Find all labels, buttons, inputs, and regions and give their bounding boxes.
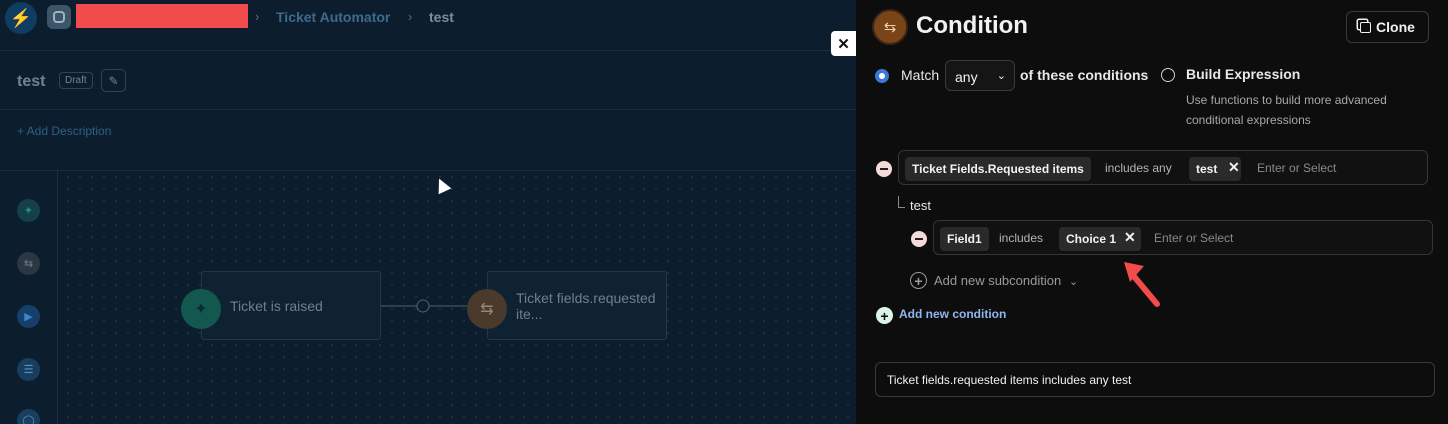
subgroup-label: test — [910, 198, 931, 213]
clone-button[interactable]: Clone — [1346, 11, 1429, 43]
subcondition-value-input[interactable]: Enter or Select — [1154, 231, 1233, 245]
package-node-icon[interactable]: ◯ — [17, 409, 40, 424]
node-connector — [381, 299, 467, 313]
condition-operator[interactable]: includes any — [1105, 161, 1172, 175]
condition-field-tag[interactable]: Ticket Fields.Requested items — [905, 157, 1091, 181]
app-root: ⚡ › Ticket Automator › test test Draft ✎… — [0, 0, 1448, 424]
edit-title-button[interactable]: ✎ — [101, 69, 126, 92]
plus-icon: + — [910, 272, 927, 289]
chevron-right-icon: › — [408, 9, 413, 24]
status-badge: Draft — [59, 72, 93, 89]
add-description-link[interactable]: + Add Description — [17, 124, 111, 138]
breadcrumb-ticket-automator[interactable]: Ticket Automator — [276, 9, 390, 25]
breadcrumb-current: test — [429, 9, 454, 25]
condition-value-input[interactable]: Enter or Select — [1257, 161, 1336, 175]
condition-filter-icon: ⇆ — [872, 9, 908, 45]
subcondition-operator[interactable]: includes — [999, 231, 1043, 245]
plus-icon: + — [876, 307, 893, 324]
top-bar: ⚡ › Ticket Automator › test — [0, 0, 856, 51]
build-expression-radio[interactable] — [1161, 68, 1175, 82]
copy-icon — [1360, 21, 1372, 33]
match-select-value: any — [955, 69, 978, 85]
app-logo-icon[interactable]: ⚡ — [5, 2, 37, 34]
remove-condition-button[interactable] — [876, 161, 892, 177]
clone-label: Clone — [1376, 19, 1415, 35]
add-condition-button[interactable]: Add new condition — [899, 307, 1006, 321]
add-subcondition-label: Add new subcondition — [934, 273, 1062, 288]
annotation-arrow-icon — [1124, 262, 1160, 307]
workflow-title-bar: test Draft ✎ — [0, 51, 856, 110]
trigger-node-icon[interactable]: ✦ — [17, 199, 40, 222]
close-panel-button[interactable]: ✕ — [831, 31, 856, 56]
build-expression-label[interactable]: Build Expression — [1186, 66, 1300, 82]
panel-title: Condition — [916, 12, 1028, 39]
build-expression-help: Use functions to build more advanced con… — [1186, 93, 1387, 127]
chevron-down-icon: ⌄ — [1068, 276, 1079, 288]
app-switcher-icon[interactable] — [47, 5, 71, 29]
trigger-node-label: Ticket is raised — [230, 298, 323, 314]
remove-value-icon[interactable]: ✕ — [1228, 159, 1240, 176]
filter-icon: ⇆ — [467, 289, 507, 329]
chevron-right-icon: › — [255, 9, 260, 24]
redacted-breadcrumb — [76, 4, 248, 28]
match-suffix: of these conditions — [1020, 67, 1149, 83]
match-select[interactable]: any ⌄ — [945, 60, 1015, 91]
match-label: Match — [901, 67, 940, 83]
condition-panel: ⇆ Condition Clone Match any ⌄ of these c… — [856, 0, 1448, 424]
remove-value-icon[interactable]: ✕ — [1124, 229, 1136, 246]
add-subcondition-button[interactable]: Add new subcondition ⌄ — [934, 273, 1078, 288]
tree-connector — [898, 196, 905, 208]
condition-node-icon[interactable]: ⇆ — [17, 252, 40, 275]
workflow-workspace: ⚡ › Ticket Automator › test test Draft ✎… — [0, 0, 856, 424]
subcondition-field-tag[interactable]: Field1 — [940, 227, 989, 251]
close-icon: ✕ — [837, 35, 850, 53]
action-node-icon[interactable]: ▶ — [17, 305, 40, 328]
condition-summary: Ticket fields.requested items includes a… — [875, 362, 1435, 397]
node-palette-rail: ✦ ⇆ ▶ ☰ ◯ — [0, 171, 58, 424]
list-node-icon[interactable]: ☰ — [17, 358, 40, 381]
pencil-icon: ✎ — [108, 73, 119, 88]
match-radio[interactable] — [875, 69, 889, 83]
sparkle-icon: ✦ — [181, 289, 221, 329]
chevron-down-icon: ⌄ — [996, 70, 1006, 82]
workflow-title: test — [17, 73, 46, 90]
condition-node-label: Ticket fields.requested ite... — [516, 290, 656, 322]
remove-subcondition-button[interactable] — [911, 231, 927, 247]
